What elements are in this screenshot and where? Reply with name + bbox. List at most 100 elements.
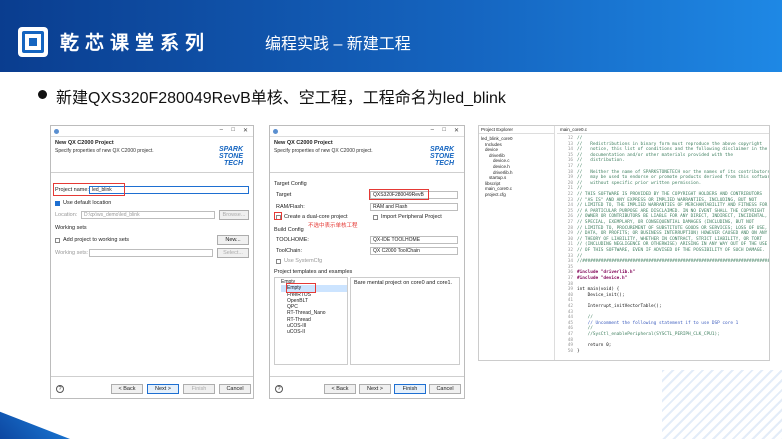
code-text: // may be used to endorse or promote pro… (577, 175, 770, 181)
minimize-icon[interactable]: – (220, 127, 223, 133)
editor-tab[interactable]: main_core0.c (557, 126, 769, 134)
code-text: // (577, 253, 583, 259)
code-text: } (577, 348, 580, 354)
next-button[interactable]: Next > (359, 384, 391, 394)
corner-decoration (0, 411, 70, 439)
new-project-dialog-step1: – □ ✕ New QX C2000 Project Specify prope… (50, 125, 254, 399)
series-title: 乾芯课堂系列 (60, 33, 211, 54)
use-sysconfig-checkbox[interactable] (276, 259, 281, 264)
template-description-panel: Bare mental project on core0 and core1. (350, 277, 460, 365)
help-icon[interactable]: ? (275, 385, 283, 393)
working-sets-heading: Working sets (55, 225, 87, 231)
maximize-icon[interactable]: □ (442, 127, 446, 133)
line-number: 23 (567, 197, 573, 203)
cancel-button[interactable]: Cancel (429, 384, 461, 394)
line-number: 44 (567, 315, 573, 321)
code-text: Interrupt_initVectorTable(); (577, 304, 662, 309)
line-number: 29 (567, 231, 573, 237)
stripe-decoration (662, 370, 782, 439)
code-text: // distribution. (577, 158, 625, 164)
line-number: 21 (567, 186, 573, 192)
line-number: 41 (567, 298, 573, 304)
code-text: // "AS IS" AND ANY EXPRESS OR IMPLIED WA… (577, 197, 757, 203)
project-explorer: Project Explorer led_blink_core0 Includes… (479, 126, 555, 360)
code-text: //######################################… (577, 259, 770, 265)
cancel-button[interactable]: Cancel (219, 384, 251, 394)
line-number: 28 (567, 225, 573, 231)
new-working-set-button[interactable]: New... (217, 235, 249, 245)
next-button[interactable]: Next > (147, 384, 179, 394)
line-number: 16 (567, 158, 573, 164)
import-peripheral-checkbox[interactable] (373, 215, 378, 220)
line-number: 22 (567, 192, 573, 197)
line-number: 36 (567, 270, 573, 276)
line-number: 48 (567, 337, 573, 343)
back-button[interactable]: < Back (324, 384, 356, 394)
app-icon (54, 129, 59, 134)
target-config-heading: Target Config (274, 181, 307, 187)
line-number: 42 (567, 304, 573, 309)
line-number: 17 (567, 164, 573, 169)
line-number: 49 (567, 343, 573, 349)
highlight-box (274, 212, 282, 220)
line-number: 33 (567, 253, 573, 259)
code-text: // OWNER OR CONTRIBUTORS BE LIABLE FOR A… (577, 214, 768, 220)
close-icon[interactable]: ✕ (454, 127, 459, 134)
tree-item[interactable]: led_blink_core0 (481, 136, 513, 142)
code-text: // (INCLUDING NEGLIGENCE OR OTHERWISE) A… (577, 242, 768, 248)
use-default-checkbox[interactable] (55, 201, 60, 206)
help-icon[interactable]: ? (56, 385, 64, 393)
brand-logo: SPARK STONE TECH (430, 146, 454, 167)
select-button[interactable]: Select... (217, 248, 249, 258)
add-to-working-sets-checkbox[interactable] (55, 238, 60, 243)
line-number: 32 (567, 248, 573, 253)
template-item[interactable]: uCOS-II (281, 329, 347, 335)
code-text: // notice, this list of conditions and t… (577, 147, 768, 153)
maximize-icon[interactable]: □ (231, 127, 235, 133)
toolhome-select[interactable]: QX-IDE TOOLHOME (370, 236, 458, 244)
back-button[interactable]: < Back (111, 384, 143, 394)
tree-item[interactable]: project.cfg (481, 192, 513, 198)
location-input[interactable]: D:\qx\ws_demo\led_blink (81, 211, 215, 219)
logo-icon (18, 27, 48, 57)
highlight-box (286, 283, 316, 293)
close-icon[interactable]: ✕ (243, 127, 248, 134)
line-number: 19 (567, 175, 573, 181)
code-line: 50} (557, 349, 769, 355)
code-text: // THIS SOFTWARE IS PROVIDED BY THE COPY… (577, 192, 763, 197)
slide-subtitle: 编程实践 – 新建工程 (265, 36, 411, 53)
explorer-title: Project Explorer (479, 126, 554, 134)
finish-button[interactable]: Finish (183, 384, 215, 394)
minimize-icon[interactable]: – (431, 127, 434, 133)
code-text: // (577, 326, 593, 332)
line-number: 43 (567, 309, 573, 315)
code-text: // (577, 315, 593, 321)
headline: 新建QXS320F280049RevB单核、空工程，工程命名为led_blink (56, 90, 506, 107)
finish-button[interactable]: Finish (394, 384, 426, 394)
ram-flash-label: RAM/Flash: (276, 204, 305, 210)
ram-flash-select[interactable]: RAM and Flash (370, 203, 458, 211)
code-text: return 0; (577, 343, 612, 349)
bullet-icon (38, 90, 47, 99)
code-text: // LIMITED TO, THE IMPLIED WARRANTIES OF… (577, 203, 768, 209)
import-peripheral-label: Import Peripheral Project (381, 214, 442, 220)
working-sets-select[interactable] (89, 249, 213, 257)
code-text: // DATA, OR PROFITS; OR BUSINESS INTERRU… (577, 231, 768, 237)
code-text: int main(void) { (577, 287, 620, 293)
line-number: 14 (567, 147, 573, 153)
dialog-title: New QX C2000 Project (274, 140, 333, 146)
line-number: 39 (567, 287, 573, 293)
code-text: //SysCtl_enablePeripheral(SYSCTL_PERIPH_… (577, 332, 720, 337)
browse-button[interactable]: Browse... (219, 210, 249, 220)
code-text: // Uncomment the following statement if … (577, 320, 739, 326)
code-editor[interactable]: main_core0.c 12 // 13 // Redistributions in… (557, 126, 770, 360)
toolchain-select[interactable]: QX C2000 ToolChain (370, 247, 458, 255)
line-number: 37 (567, 276, 573, 281)
code-text: // Redistributions in binary form must r… (577, 141, 763, 147)
ide-window: Project Explorer led_blink_core0 Includes… (478, 125, 770, 361)
code-text: // (577, 186, 583, 192)
line-number: 47 (567, 332, 573, 337)
code-text: #include "device.h" (577, 276, 628, 281)
line-number: 13 (567, 141, 573, 147)
line-number: 46 (567, 326, 573, 332)
